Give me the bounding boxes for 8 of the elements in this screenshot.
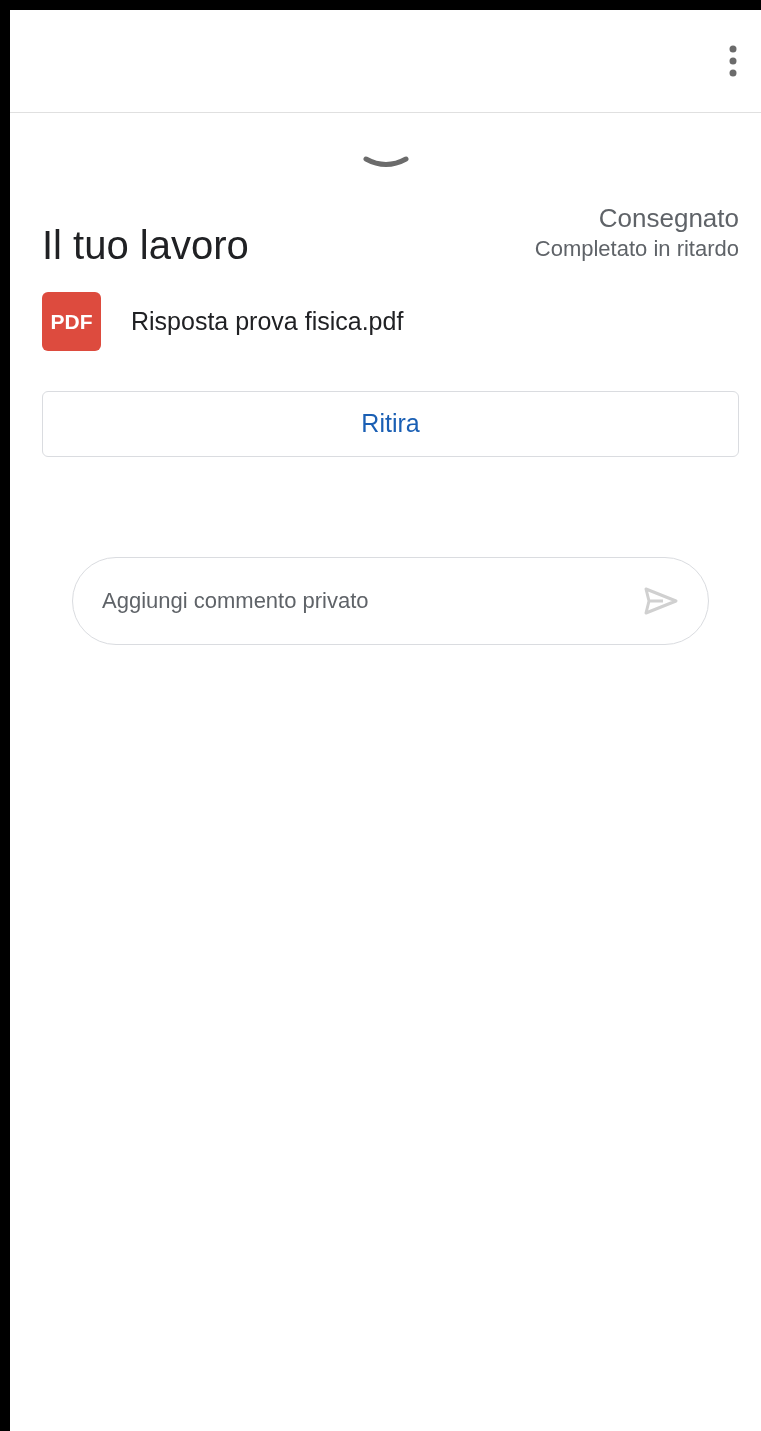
section-title: Il tuo lavoro [42,222,249,269]
collapse-chevron-icon[interactable] [362,156,409,170]
pdf-file-icon: PDF [42,292,101,351]
unsubmit-button[interactable]: Ritira [42,391,739,457]
private-comment-field[interactable]: Aggiungi commento privato [72,557,709,645]
submission-substatus: Completato in ritardo [534,234,739,262]
submission-status: Consegnato [598,202,739,235]
attachment-name[interactable]: Risposta prova fisica.pdf [131,302,404,341]
